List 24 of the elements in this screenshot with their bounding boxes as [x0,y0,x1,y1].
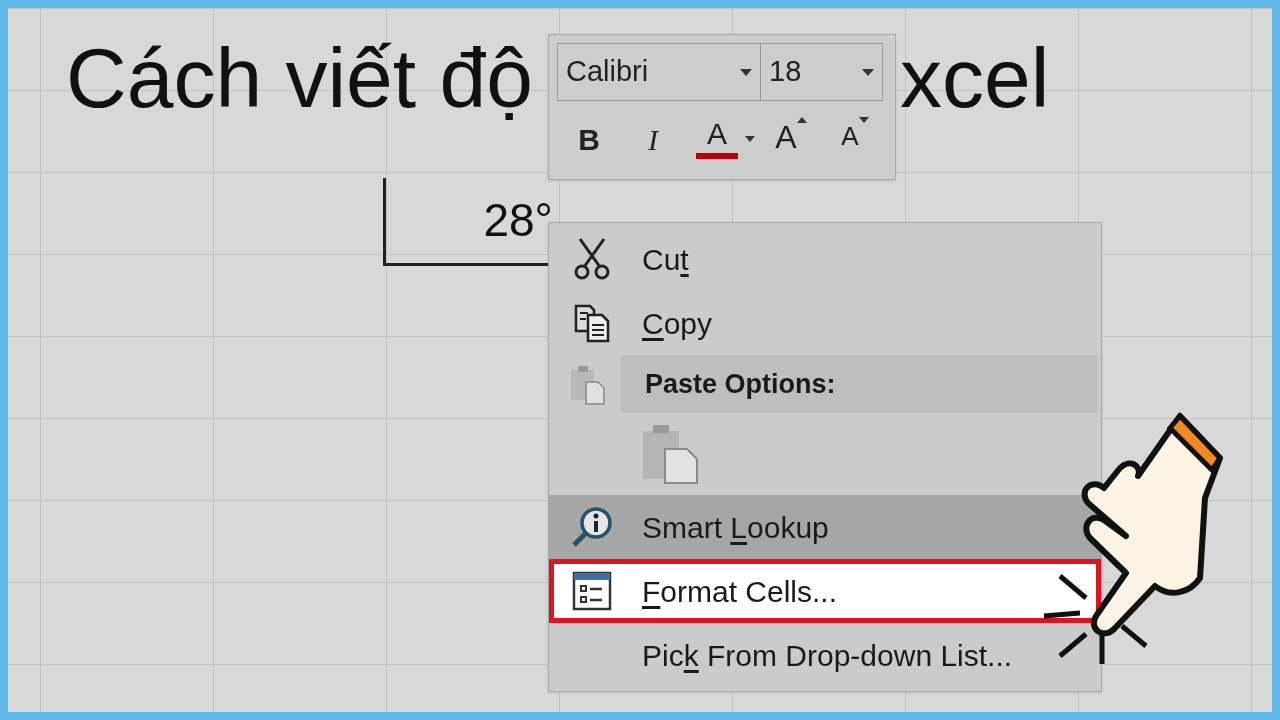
menu-item[interactable]: Pick From Drop-down List... [549,623,1101,687]
section-header: Paste Options: [621,355,1097,413]
clipboard-icon [641,423,699,485]
down-caret-icon [858,117,869,123]
sheet-title: xcel [900,36,1050,120]
info-search-icon [570,505,614,549]
caret-icon [740,68,752,76]
grow-font-button[interactable]: A [763,113,819,165]
up-caret-icon [796,117,807,123]
shrink-font-button[interactable]: A [827,113,883,165]
copy-icon [572,303,612,343]
size-dropdown[interactable]: 18 [761,43,883,101]
sheet-title: Cách viết độ [66,36,533,120]
caret-icon [745,136,755,142]
scissors-icon [572,237,612,281]
bold-button[interactable]: B [561,113,617,165]
menu-item[interactable]: Format Cells... [549,559,1101,623]
menu-item[interactable]: Smart Lookup [549,495,1101,559]
font-dropdown[interactable]: Calibri [557,43,761,101]
font-color-button[interactable]: A [689,113,745,165]
caret-icon [862,68,874,76]
italic-button[interactable]: I [625,113,681,165]
format-cells-icon [572,571,612,611]
menu-item[interactable]: Copy [549,291,1101,355]
